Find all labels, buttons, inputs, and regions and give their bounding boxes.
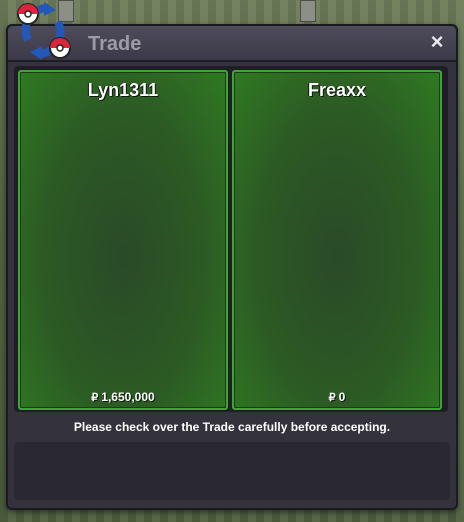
trade-swap-icon bbox=[17, 2, 71, 60]
trade-notice: Please check over the Trade carefully be… bbox=[73, 420, 391, 434]
offered-money: ₽0 bbox=[234, 390, 440, 404]
player-offer-panel-left[interactable]: Lyn1311 ₽1,650,000 bbox=[18, 70, 228, 410]
trade-offers-area: Lyn1311 ₽1,650,000 Freaxx ₽0 bbox=[14, 66, 448, 412]
close-icon[interactable]: × bbox=[426, 31, 448, 53]
pokedollar-icon: ₽ bbox=[328, 392, 336, 404]
player-name: Freaxx bbox=[307, 80, 367, 100]
pokedollar-icon: ₽ bbox=[91, 392, 99, 404]
trade-window: Trade × Lyn1311 ₽1,650,000 Freaxx ₽0 Ple… bbox=[6, 24, 458, 510]
player-offer-panel-right[interactable]: Freaxx ₽0 bbox=[232, 70, 442, 410]
window-title: Trade bbox=[88, 33, 142, 55]
money-amount: 1,650,000 bbox=[101, 390, 155, 404]
offered-money: ₽1,650,000 bbox=[20, 390, 226, 404]
action-bar bbox=[14, 442, 450, 500]
player-name: Lyn1311 bbox=[87, 80, 159, 100]
background-post bbox=[300, 0, 316, 22]
money-amount: 0 bbox=[338, 390, 346, 404]
